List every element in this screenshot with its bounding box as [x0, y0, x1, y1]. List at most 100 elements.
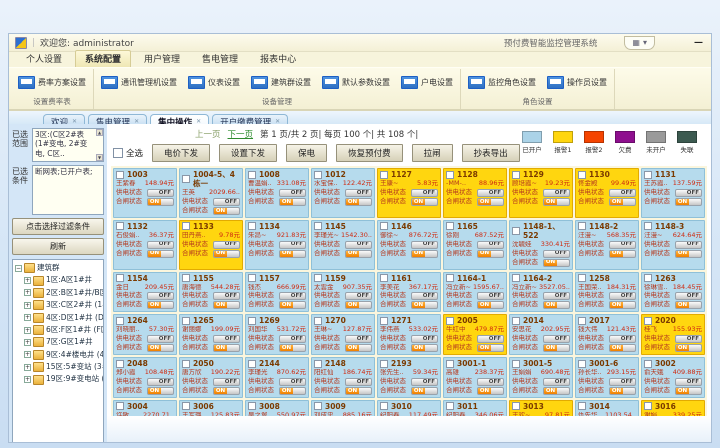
card-checkbox[interactable] — [446, 317, 454, 325]
supply-toggle[interactable]: OFF — [609, 378, 636, 386]
switch-toggle[interactable]: ON — [675, 344, 702, 352]
meter-card[interactable]: 1270王琳~127.87元供电状态OFF合闸状态ON — [311, 314, 375, 355]
meter-card[interactable]: 2017钱大伟121.43元供电状态OFF合闸状态ON — [575, 314, 639, 355]
menu-item[interactable]: 售电管理 — [193, 51, 247, 67]
meter-card[interactable]: 1263徐琳雪..184.45元供电状态OFF合闸状态ON — [641, 272, 705, 313]
expand-icon[interactable]: + — [24, 351, 31, 358]
supply-toggle[interactable]: OFF — [147, 292, 174, 300]
card-checkbox[interactable] — [248, 222, 256, 230]
switch-toggle[interactable]: ON — [213, 301, 240, 309]
supply-toggle[interactable]: OFF — [675, 189, 702, 197]
meter-card[interactable]: 1127王康~5.83元供电状态OFF合闸状态ON — [377, 168, 441, 218]
meter-card[interactable]: 1008曹温娟..331.08元供电状态OFF合闸状态ON — [245, 168, 309, 218]
meter-card[interactable]: 1271李伟燕533.02元供电状态OFF合闸状态ON — [377, 314, 441, 355]
card-checkbox[interactable] — [116, 171, 124, 179]
supply-toggle[interactable]: OFF — [279, 241, 306, 249]
tree-item[interactable]: +2区:B区1#井/B区1# — [24, 287, 103, 299]
meter-card[interactable]: 1159太雲金907.35元供电状态OFF合闸状态ON — [311, 272, 375, 313]
supply-toggle[interactable]: OFF — [147, 335, 174, 343]
card-checkbox[interactable] — [248, 317, 256, 325]
card-checkbox[interactable] — [578, 274, 586, 282]
collapse-icon[interactable]: − — [15, 265, 22, 272]
switch-toggle[interactable]: ON — [147, 198, 174, 206]
supply-toggle[interactable]: OFF — [675, 335, 702, 343]
card-checkbox[interactable] — [116, 402, 124, 410]
card-checkbox[interactable] — [182, 360, 190, 368]
switch-toggle[interactable]: ON — [345, 301, 372, 309]
switch-toggle[interactable]: ON — [609, 387, 636, 395]
meter-card[interactable]: 2050唐方欣190.22元供电状态OFF合闸状态ON — [179, 357, 243, 398]
supply-toggle[interactable]: OFF — [147, 378, 174, 386]
supply-toggle[interactable]: OFF — [345, 335, 372, 343]
expand-icon[interactable]: + — [24, 376, 31, 383]
next-page-link[interactable]: 下一页 — [228, 128, 254, 140]
card-checkbox[interactable] — [446, 402, 454, 410]
card-checkbox[interactable] — [314, 222, 322, 230]
switch-toggle[interactable]: ON — [345, 387, 372, 395]
card-checkbox[interactable] — [314, 402, 322, 410]
card-checkbox[interactable] — [380, 274, 388, 282]
meter-card[interactable]: 1264刘晓丽..57.30元供电状态OFF合闸状态ON — [113, 314, 177, 355]
switch-toggle[interactable]: ON — [675, 301, 702, 309]
supply-toggle[interactable]: OFF — [279, 189, 306, 197]
switch-toggle[interactable]: ON — [345, 198, 372, 206]
card-checkbox[interactable] — [644, 402, 652, 410]
card-checkbox[interactable] — [578, 360, 586, 368]
choose-filter-button[interactable]: 点击选择过滤条件 — [12, 218, 104, 235]
card-checkbox[interactable] — [644, 274, 652, 282]
meter-card[interactable]: 3001-6孙长华..293.15元供电状态OFF合闸状态ON — [575, 357, 639, 398]
switch-toggle[interactable]: ON — [411, 198, 438, 206]
selected-range-box[interactable]: 3区:(C区2#表 (1#变电, 2#变电, C区.. ▲ ▼ — [32, 128, 104, 162]
card-checkbox[interactable] — [248, 360, 256, 368]
card-checkbox[interactable] — [512, 402, 520, 410]
supply-toggle[interactable]: OFF — [609, 241, 636, 249]
card-checkbox[interactable] — [512, 227, 520, 235]
select-all-checkbox[interactable] — [113, 148, 123, 158]
ribbon-button[interactable]: 默认参数设置 — [320, 75, 392, 90]
meter-card[interactable]: 1012水宝保..122.42元供电状态OFF合闸状态ON — [311, 168, 375, 218]
card-checkbox[interactable] — [380, 402, 388, 410]
supply-toggle[interactable]: OFF — [147, 241, 174, 249]
supply-toggle[interactable]: OFF — [477, 189, 504, 197]
toolbar-button[interactable]: 抄表导出 — [462, 144, 520, 162]
meter-card[interactable]: 1131王苏霞..137.59元供电状态OFF合闸状态ON — [641, 168, 705, 218]
card-checkbox[interactable] — [314, 317, 322, 325]
meter-card[interactable]: 1165徐刚687.52元供电状态OFF合闸状态ON — [443, 220, 507, 270]
meter-card[interactable]: 1130佟金殿99.49元供电状态OFF合闸状态ON — [575, 168, 639, 218]
supply-toggle[interactable]: OFF — [543, 250, 570, 258]
card-checkbox[interactable] — [512, 360, 520, 368]
scroll-up-icon[interactable]: ▲ — [96, 129, 103, 136]
card-checkbox[interactable] — [116, 274, 124, 282]
supply-toggle[interactable]: OFF — [213, 241, 240, 249]
scroll-down-icon[interactable]: ▼ — [96, 154, 103, 161]
supply-toggle[interactable]: OFF — [477, 335, 504, 343]
supply-toggle[interactable]: OFF — [345, 189, 372, 197]
supply-toggle[interactable]: OFF — [411, 335, 438, 343]
meter-card[interactable]: 1164-2冯立新~3527.05..供电状态OFF合闸状态ON — [509, 272, 573, 313]
meter-card[interactable]: 1155唐海德544.28元供电状态OFF合闸状态ON — [179, 272, 243, 313]
supply-toggle[interactable]: OFF — [213, 335, 240, 343]
switch-toggle[interactable]: ON — [477, 344, 504, 352]
supply-toggle[interactable]: OFF — [345, 241, 372, 249]
switch-toggle[interactable]: ON — [675, 387, 702, 395]
switch-toggle[interactable]: ON — [147, 301, 174, 309]
switch-toggle[interactable]: ON — [345, 250, 372, 258]
card-checkbox[interactable] — [182, 402, 190, 410]
card-checkbox[interactable] — [116, 317, 124, 325]
tree-item[interactable]: +19区:9#变电站 (2# — [24, 373, 103, 385]
switch-toggle[interactable]: ON — [609, 344, 636, 352]
selected-condition-box[interactable]: 断网表;已开户表; — [32, 165, 104, 215]
supply-toggle[interactable]: OFF — [279, 378, 306, 386]
switch-toggle[interactable]: ON — [213, 344, 240, 352]
card-checkbox[interactable] — [644, 317, 652, 325]
meter-card[interactable]: 1269刘国华531.72元供电状态OFF合闸状态ON — [245, 314, 309, 355]
tree-item[interactable]: +15区:5#变站 (3#变 — [24, 361, 103, 373]
supply-toggle[interactable]: OFF — [609, 189, 636, 197]
meter-card[interactable]: 1129顾培霞~19.23元供电状态OFF合闸状态ON — [509, 168, 573, 218]
skin-chooser-button[interactable]: ▦ ▾ — [624, 36, 655, 50]
card-checkbox[interactable] — [182, 222, 190, 230]
switch-toggle[interactable]: ON — [279, 387, 306, 395]
card-checkbox[interactable] — [380, 317, 388, 325]
card-checkbox[interactable] — [182, 274, 190, 282]
card-checkbox[interactable] — [116, 222, 124, 230]
